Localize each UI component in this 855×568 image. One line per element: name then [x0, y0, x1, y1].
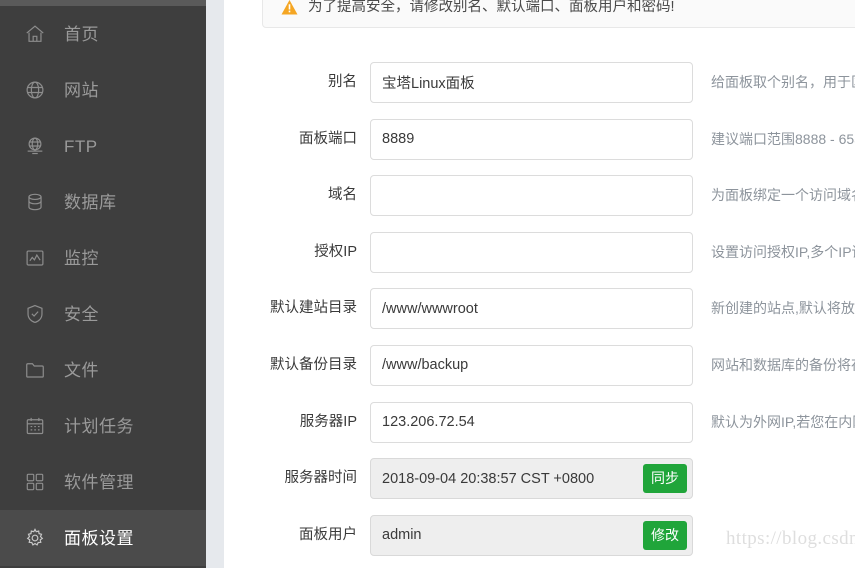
form-row: 域名 为面板绑定一个访问域名 — [224, 175, 855, 232]
field-wrapper — [370, 175, 693, 217]
sidebar-item-label: 软件管理 — [64, 472, 134, 492]
monitor-icon — [22, 245, 48, 271]
calendar-icon — [22, 413, 48, 439]
main-content: 为了提高安全，请修改别名、默认端口、面板用户和密码! 别名 给面板取个别名，用于区… — [224, 0, 855, 568]
sidebar-item-10[interactable]: 面板设置 — [0, 510, 206, 566]
field-help-text: 为面板绑定一个访问域名 — [711, 187, 855, 204]
folder-icon — [22, 357, 48, 383]
field-action-button[interactable]: 同步 — [643, 464, 687, 494]
sidebar-item-1[interactable]: 首页 — [0, 6, 206, 62]
field-help-text: 建议端口范围8888 - 65535 — [711, 130, 855, 147]
panel-settings-page: 首页网站 FTP 数据库监控安全文件计划任务软件管理面板设置 为了提高安全，请修改别… — [0, 0, 855, 568]
database-icon — [22, 189, 48, 215]
grid-icon — [22, 469, 48, 495]
field-help-text: 给面板取个别名，用于区分不同的面板 — [711, 74, 855, 90]
warning-triangle-icon — [281, 0, 298, 16]
field-wrapper — [370, 231, 693, 273]
sidebar-nav: 首页网站 FTP 数据库监控安全文件计划任务软件管理面板设置 — [0, 6, 206, 568]
security-warning-banner: 为了提高安全，请修改别名、默认端口、面板用户和密码! — [262, 0, 855, 28]
sidebar-item-label: 文件 — [64, 360, 99, 380]
form-row: 服务器IP 默认为外网IP,若您在内网请修改 — [224, 401, 855, 459]
field-input[interactable] — [370, 175, 693, 217]
sidebar-item-label: 计划任务 — [64, 416, 134, 436]
gear-icon — [22, 525, 48, 551]
sidebar-item-7[interactable]: 文件 — [0, 342, 206, 398]
settings-form: 别名 给面板取个别名，用于区分不同的面板面板端口 建议端口范围8888 - 6553… — [224, 62, 855, 568]
field-wrapper — [370, 401, 693, 443]
sidebar-item-label: 网站 — [64, 80, 99, 100]
sidebar-item-label: 数据库 — [64, 192, 117, 212]
sidebar-item-label: 面板设置 — [64, 528, 134, 548]
field-wrapper — [370, 62, 693, 103]
field-label: 别名 — [328, 74, 357, 90]
field-input[interactable] — [370, 401, 693, 443]
sidebar-item-label: FTP — [64, 136, 98, 156]
sidebar-item-label: 安全 — [64, 304, 99, 324]
sidebar-item-8[interactable]: 计划任务 — [0, 398, 206, 454]
field-label: 授权IP — [314, 243, 357, 260]
field-wrapper — [370, 118, 693, 160]
field-action-button[interactable]: 修改 — [643, 520, 687, 550]
content-gutter — [206, 0, 224, 568]
field-help-text: 默认为外网IP,若您在内网请修改 — [711, 413, 855, 430]
field-wrapper — [370, 344, 693, 386]
form-row: 默认备份目录 网站和数据库的备份将存放在此目录 — [224, 344, 855, 402]
globe-icon — [22, 77, 48, 103]
field-help-text: 网站和数据库的备份将存放在此目录 — [711, 356, 855, 373]
field-wrapper — [370, 288, 693, 330]
form-row: 默认建站目录 新创建的站点,默认将放在此目录 — [224, 288, 855, 345]
field-input[interactable] — [370, 344, 693, 386]
sidebar-item-2[interactable]: 网站 — [0, 62, 206, 118]
field-input[interactable] — [370, 231, 693, 273]
field-label: 面板用户 — [299, 526, 357, 543]
field-label: 面板端口 — [299, 130, 357, 147]
field-label: 默认建站目录 — [270, 300, 357, 317]
sidebar-item-4[interactable]: 数据库 — [0, 174, 206, 230]
sidebar-item-5[interactable]: 监控 — [0, 230, 206, 286]
form-row: 别名 给面板取个别名，用于区分不同的面板 — [224, 62, 855, 119]
field-label: 服务器时间 — [284, 470, 358, 487]
form-row: 服务器时间 同步 — [224, 458, 855, 515]
home-icon — [22, 21, 48, 47]
field-input[interactable] — [370, 62, 693, 103]
field-label: 域名 — [328, 187, 357, 204]
sidebar-item-9[interactable]: 软件管理 — [0, 454, 206, 510]
field-label: 服务器IP — [299, 413, 357, 430]
field-help-text: 设置访问授权IP,多个IP请换行 — [711, 243, 855, 260]
form-row: 面板用户 修改 — [224, 514, 855, 568]
field-wrapper: 同步 — [370, 458, 693, 500]
sidebar-item-label: 首页 — [64, 24, 99, 44]
field-input[interactable] — [370, 118, 693, 160]
ftp-icon — [22, 133, 48, 159]
sidebar-item-label: 监控 — [64, 248, 99, 268]
security-warning-text: 为了提高安全，请修改别名、默认端口、面板用户和密码! — [308, 0, 675, 15]
sidebar-item-6[interactable]: 安全 — [0, 286, 206, 342]
field-label: 默认备份目录 — [270, 356, 357, 373]
sidebar-item-3[interactable]: FTP — [0, 118, 206, 174]
form-row: 授权IP 设置访问授权IP,多个IP请换行 — [224, 231, 855, 289]
field-wrapper: 修改 — [370, 514, 693, 556]
shield-icon — [22, 301, 48, 327]
field-help-text: 新创建的站点,默认将放在此目录 — [711, 300, 855, 317]
form-row: 面板端口 建议端口范围8888 - 65535 — [224, 118, 855, 176]
field-input[interactable] — [370, 288, 693, 330]
